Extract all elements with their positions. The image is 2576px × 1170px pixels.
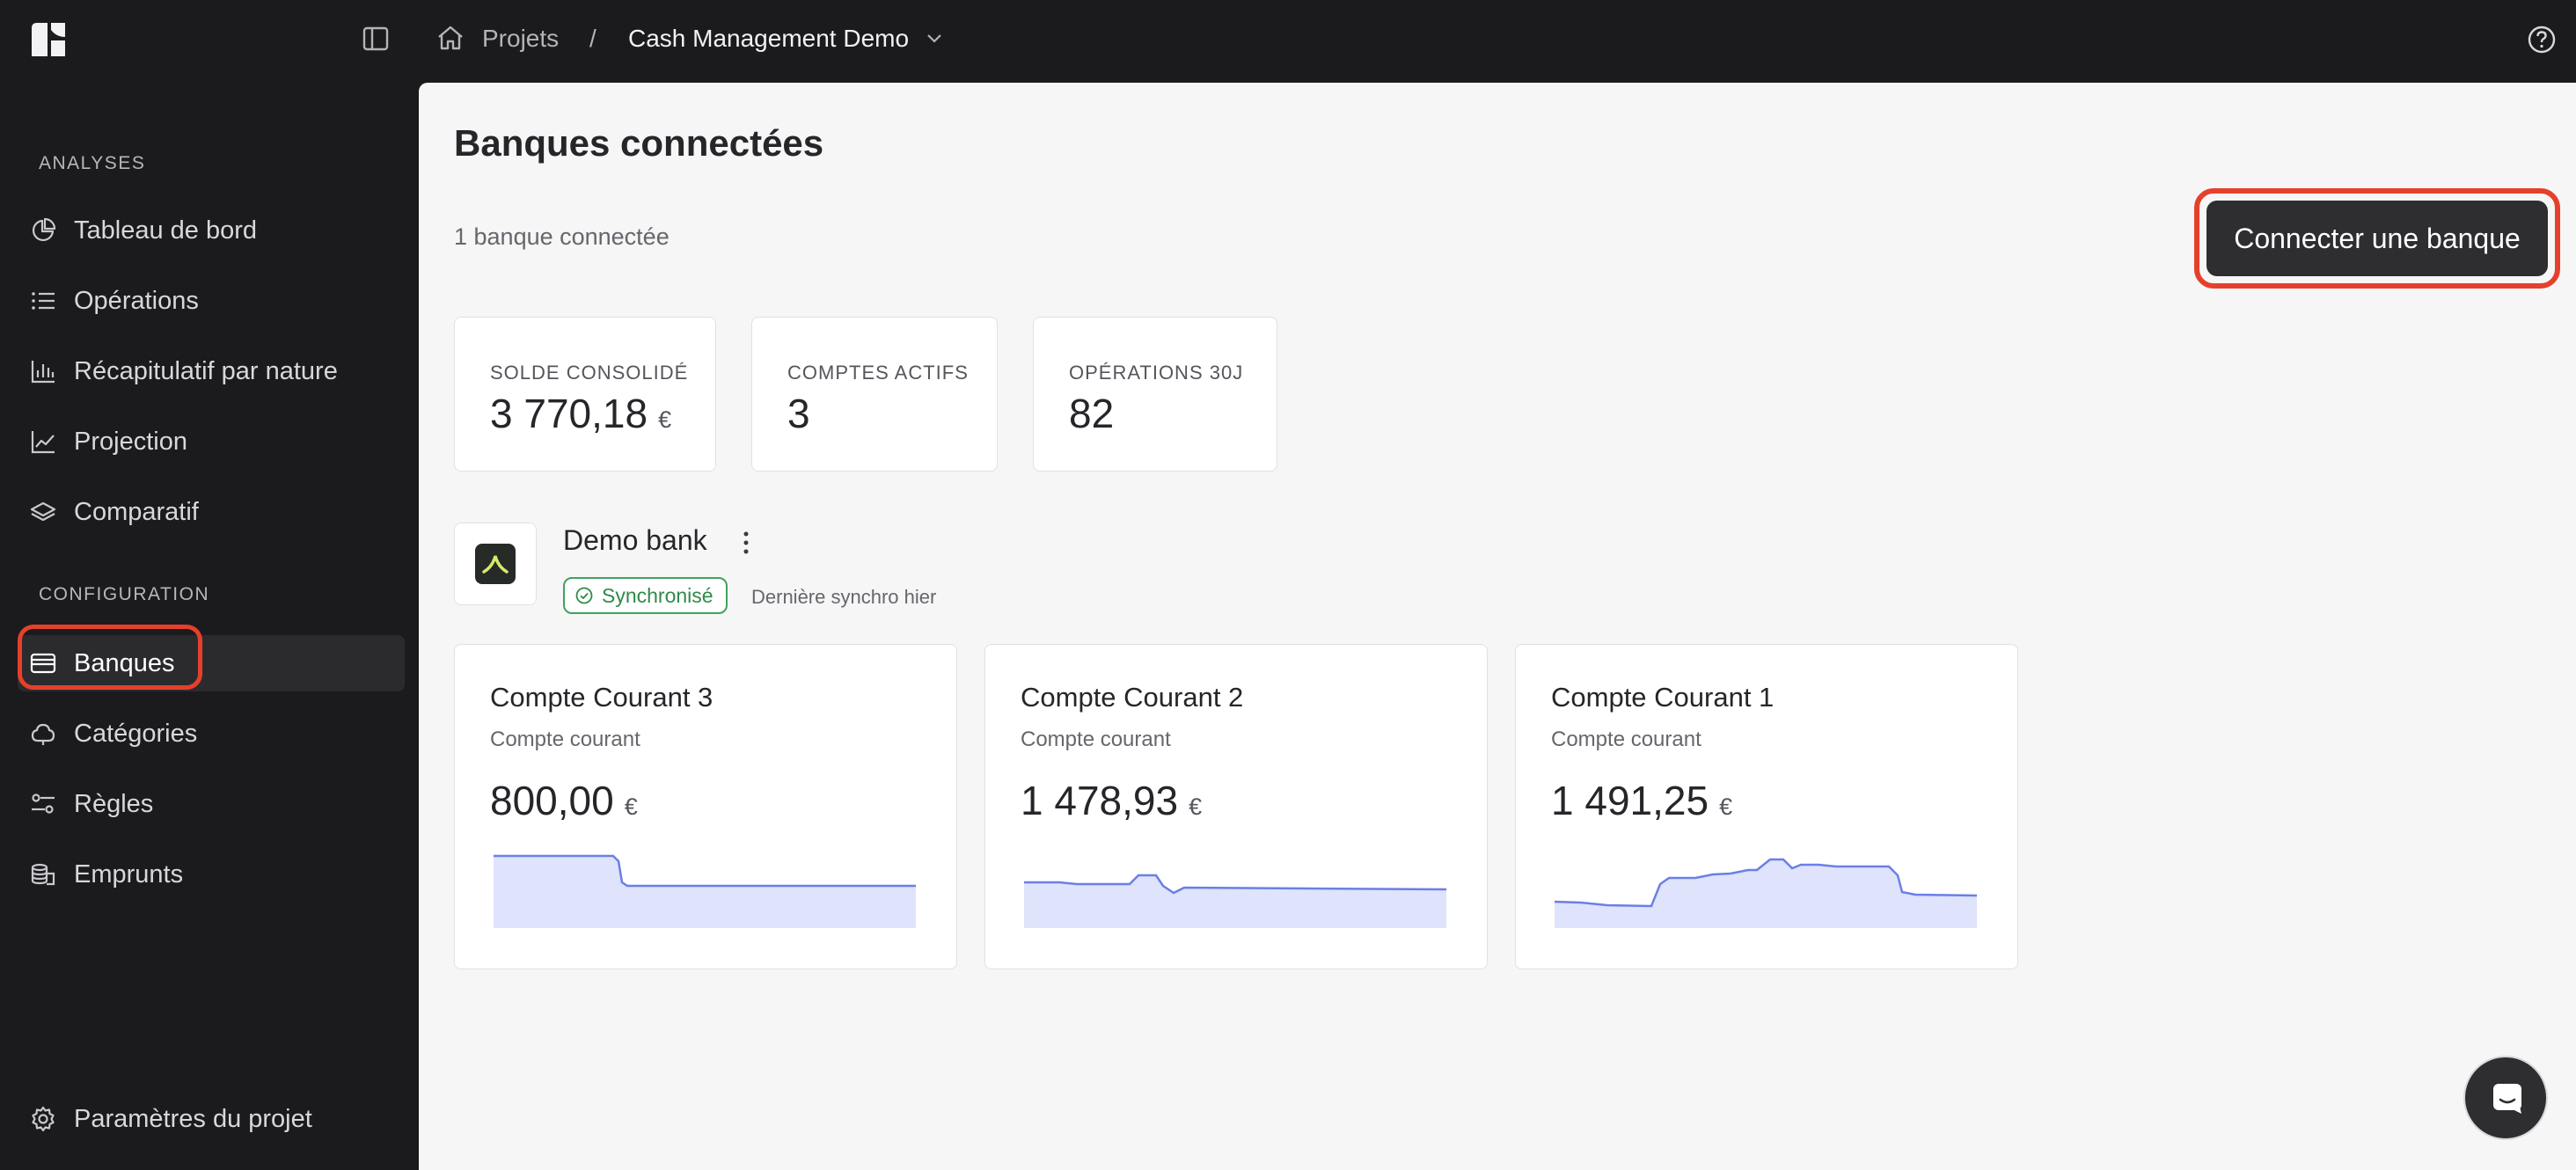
sidebar-item-dashboard[interactable]: Tableau de bord xyxy=(18,202,405,259)
account-card-2[interactable]: Compte Courant 2 Compte courant 1 478,93… xyxy=(984,644,1488,969)
sidebar-item-operations[interactable]: Opérations xyxy=(18,273,405,329)
connect-bank-button[interactable]: Connecter une banque xyxy=(2206,201,2548,276)
account-name: Compte Courant 1 xyxy=(1551,682,1775,713)
bank-logo xyxy=(454,523,537,605)
annotation-highlight-banques xyxy=(18,625,202,690)
more-options-icon[interactable] xyxy=(739,530,753,556)
breadcrumb-separator: / xyxy=(589,25,596,52)
sidebar-item-settings[interactable]: Paramètres du projet xyxy=(18,1091,405,1147)
account-name: Compte Courant 3 xyxy=(490,682,714,713)
bar-chart-icon xyxy=(31,361,55,384)
sidebar-item-label: Règles xyxy=(74,790,154,818)
stat-value: 82 xyxy=(1069,391,1115,436)
sidebar-item-label: Emprunts xyxy=(74,860,184,888)
stat-card-operations: OPÉRATIONS 30J 82 xyxy=(1033,317,1277,472)
line-chart-icon xyxy=(31,431,55,454)
gear-icon xyxy=(32,1106,55,1132)
sidebar-toggle-icon[interactable] xyxy=(362,26,389,51)
rules-icon xyxy=(32,793,55,814)
sidebar-item-label: Comparatif xyxy=(74,498,199,526)
sidebar-item-label: Tableau de bord xyxy=(74,216,257,245)
sidebar-item-comparatif[interactable]: Comparatif xyxy=(18,484,405,540)
account-card-1[interactable]: Compte Courant 1 Compte courant 1 491,25… xyxy=(1515,644,2018,969)
account-sparkline xyxy=(494,854,916,928)
sidebar-item-label: Opérations xyxy=(74,287,199,315)
sidebar-item-label: Catégories xyxy=(74,720,198,748)
breadcrumb-projects[interactable]: Projets xyxy=(482,23,559,55)
logo-icon[interactable] xyxy=(30,21,67,58)
stat-card-active-accounts: COMPTES ACTIFS 3 xyxy=(751,317,998,472)
main-content: Banques connectées 1 banque connectée Co… xyxy=(419,83,2576,1170)
section-label-analyses: ANALYSES xyxy=(39,153,146,173)
bank-count: 1 banque connectée xyxy=(454,223,670,250)
chevron-down-icon[interactable] xyxy=(926,32,943,46)
stat-label: OPÉRATIONS 30J xyxy=(1069,362,1244,384)
stat-value: 3 xyxy=(787,391,810,436)
account-type: Compte courant xyxy=(1021,728,1171,751)
list-icon xyxy=(32,292,55,310)
chat-icon xyxy=(2493,1084,2521,1114)
section-label-configuration: CONFIGURATION xyxy=(39,584,210,604)
account-type: Compte courant xyxy=(490,728,640,751)
sidebar-item-projection[interactable]: Projection xyxy=(18,413,405,470)
account-sparkline xyxy=(1554,858,1978,928)
sidebar-item-recap[interactable]: Récapitulatif par nature xyxy=(18,343,405,399)
home-icon[interactable] xyxy=(436,25,465,51)
account-balance: 1 491,25 € xyxy=(1551,778,1733,823)
sidebar-item-emprunts[interactable]: Emprunts xyxy=(18,846,405,903)
sync-status-badge: Synchronisé xyxy=(563,577,728,614)
help-icon[interactable] xyxy=(2527,25,2557,55)
check-circle-icon xyxy=(575,587,593,604)
stat-card-balance: SOLDE CONSOLIDÉ 3 770,18 € xyxy=(454,317,716,472)
bank-logo-mark xyxy=(475,544,516,584)
sidebar-item-label: Paramètres du projet xyxy=(74,1105,312,1133)
account-balance: 1 478,93 € xyxy=(1021,778,1203,823)
account-card-3[interactable]: Compte Courant 3 Compte courant 800,00 € xyxy=(454,644,957,969)
layers-icon xyxy=(30,501,56,522)
chat-button[interactable] xyxy=(2463,1056,2548,1140)
sidebar-item-label: Récapitulatif par nature xyxy=(74,357,338,385)
account-balance: 800,00 € xyxy=(490,778,638,823)
sidebar-item-regles[interactable]: Règles xyxy=(18,776,405,832)
last-sync-text: Dernière synchro hier xyxy=(751,586,937,608)
sidebar-item-categories[interactable]: Catégories xyxy=(18,706,405,762)
stat-label: COMPTES ACTIFS xyxy=(787,362,969,384)
coins-icon xyxy=(31,863,55,886)
sidebar-item-label: Projection xyxy=(74,428,187,456)
breadcrumb-project[interactable]: Cash Management Demo xyxy=(628,23,909,55)
account-name: Compte Courant 2 xyxy=(1021,682,1244,713)
cloud-icon xyxy=(31,723,55,745)
account-type: Compte courant xyxy=(1551,728,1701,751)
account-sparkline xyxy=(1024,874,1447,928)
stat-label: SOLDE CONSOLIDÉ xyxy=(490,362,689,384)
bank-name: Demo bank xyxy=(563,524,707,556)
page-title: Banques connectées xyxy=(454,122,824,164)
pie-chart-icon xyxy=(32,217,56,242)
top-bar: Projets / Cash Management Demo xyxy=(0,0,2576,83)
stat-value: 3 770,18 € xyxy=(490,391,672,436)
